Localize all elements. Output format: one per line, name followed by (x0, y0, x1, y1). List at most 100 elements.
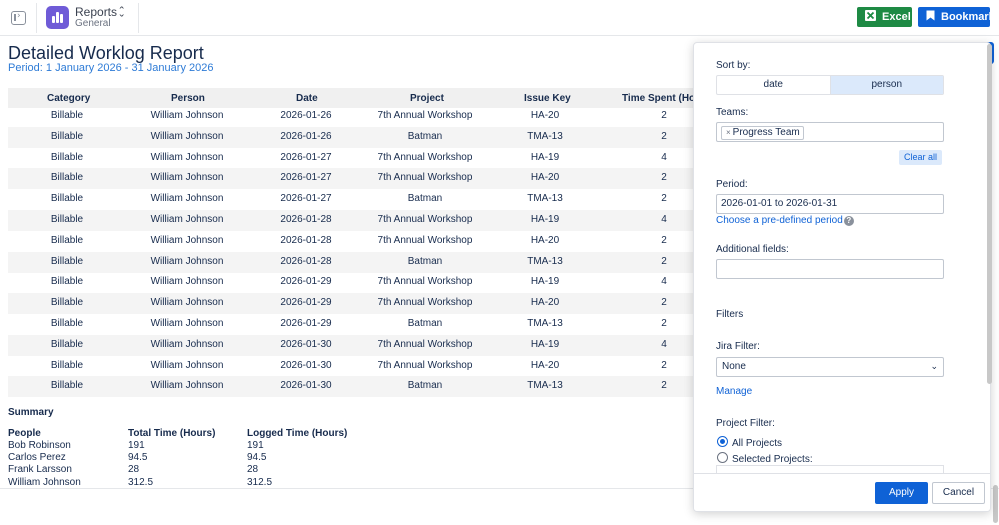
column-header-person[interactable]: Person (171, 93, 205, 104)
cell-time-spent: 2 (661, 110, 667, 121)
cell-issue-key: HA-20 (530, 234, 560, 246)
cell-issue-key: HA-20 (530, 297, 560, 309)
table-row[interactable]: Billable William Johnson 2026-01-30 7th Ann… (8, 356, 693, 377)
table-row[interactable]: Billable William Johnson 2026-01-26 7th Ann… (8, 106, 693, 127)
cell-project: 7th Annual Workshop (377, 110, 473, 121)
cell-date: 2026-01-29 (280, 297, 332, 309)
column-header-time-spent[interactable]: Time Spent (Hou (622, 93, 701, 104)
table-row[interactable]: Billable William Johnson 2026-01-27 7th Ann… (8, 168, 693, 190)
bookmark-button[interactable]: Bookmark (918, 7, 995, 27)
apply-button[interactable]: Apply (875, 482, 928, 504)
cell-issue-key: HA-20 (530, 110, 560, 121)
summary-cell-person: Frank Larsson (8, 464, 72, 476)
cell-person: William Johnson (150, 318, 224, 329)
excel-icon (865, 10, 876, 24)
report-period: Period: 1 January 2026 - 31 January 2026 (8, 62, 214, 74)
cell-project: Batman (407, 255, 443, 267)
column-header-project[interactable]: Project (410, 93, 444, 104)
clear-all-button[interactable]: Clear all (899, 150, 943, 165)
table-row[interactable]: Billable William Johnson 2026-01-27 7th Ann… (8, 148, 693, 169)
cell-issue-key: HA-19 (530, 151, 560, 163)
selected-projects-radio[interactable] (717, 452, 728, 463)
cell-category: Billable (50, 110, 84, 121)
column-header-category[interactable]: Category (47, 93, 90, 104)
panel-scrollbar[interactable] (987, 44, 992, 384)
cell-time-spent: 2 (661, 380, 667, 392)
app-subtitle[interactable]: General (75, 18, 111, 29)
table-row[interactable]: Billable William Johnson 2026-01-29 7th Ann… (8, 272, 693, 293)
jira-filter-value: None (722, 361, 746, 372)
all-projects-radio[interactable] (717, 436, 728, 447)
cell-date: 2026-01-30 (280, 338, 332, 350)
cell-time-spent: 2 (661, 234, 667, 246)
panel-footer: Apply Cancel (694, 473, 990, 511)
cell-issue-key: HA-20 (530, 359, 560, 371)
period-input[interactable]: 2026-01-01 to 2026-01-31 (716, 194, 944, 214)
cell-date: 2026-01-27 (280, 193, 332, 205)
cell-date: 2026-01-29 (280, 318, 332, 329)
reports-app-icon[interactable] (46, 6, 69, 29)
table-row[interactable]: Billable William Johnson 2026-01-26 Batman T… (8, 126, 693, 148)
summary-cell-logged-time: 312.5 (247, 476, 273, 488)
cell-issue-key: HA-19 (530, 276, 560, 288)
cell-project: 7th Annual Workshop (377, 234, 473, 246)
all-projects-label[interactable]: All Projects (732, 438, 782, 449)
cell-person: William Johnson (150, 359, 224, 371)
cell-category: Billable (50, 318, 84, 329)
cell-time-spent: 4 (661, 338, 667, 350)
cell-date: 2026-01-28 (280, 255, 332, 267)
table-row[interactable]: Billable William Johnson 2026-01-28 7th Ann… (8, 210, 693, 231)
sidebar-toggle-icon[interactable]: › (11, 11, 26, 25)
cell-issue-key: TMA-13 (527, 380, 563, 392)
excel-label: Excel (882, 11, 911, 23)
table-row[interactable]: Billable William Johnson 2026-01-30 7th Ann… (8, 334, 693, 356)
page-scrollbar[interactable] (993, 485, 998, 523)
table-row[interactable]: Billable William Johnson 2026-01-27 Batman T… (8, 189, 693, 210)
cell-person: William Johnson (150, 214, 224, 225)
app-title[interactable]: Reports (75, 5, 117, 19)
project-filter-label: Project Filter: (716, 418, 775, 429)
column-header-issue-key[interactable]: Issue Key (524, 93, 571, 104)
excel-export-button[interactable]: Excel (857, 7, 912, 27)
cell-person: William Johnson (150, 110, 224, 121)
column-header-date[interactable]: Date (296, 93, 318, 104)
table-row[interactable]: Billable William Johnson 2026-01-29 Batman T… (8, 314, 693, 335)
summary-cell-logged-time: 94.5 (247, 452, 267, 464)
table-header: Category Person Date Project Issue Key T… (8, 88, 701, 108)
cell-project: Batman (407, 318, 443, 329)
jira-filter-select[interactable]: None ⌄ (716, 357, 944, 377)
summary-header-logged-time: Logged Time (Hours) (247, 428, 348, 439)
cell-issue-key: HA-20 (530, 172, 560, 184)
table-row[interactable]: Billable William Johnson 2026-01-28 7th Ann… (8, 231, 693, 252)
manage-link[interactable]: Manage (716, 386, 752, 397)
bookmark-icon (926, 10, 935, 24)
help-icon[interactable]: ? (843, 216, 854, 226)
cell-person: William Johnson (150, 130, 224, 142)
selected-projects-label[interactable]: Selected Projects: (732, 454, 813, 465)
sort-option-person[interactable]: person (829, 76, 943, 94)
table-row[interactable]: Billable William Johnson 2026-01-28 Batman T… (8, 251, 693, 273)
report-settings-panel: Sort by: date person Teams: × Progress Te… (693, 42, 991, 512)
filters-heading: Filters (716, 309, 744, 320)
chevron-down-icon: ⌄ (930, 362, 938, 372)
sort-option-date[interactable]: date (717, 76, 830, 94)
cell-category: Billable (50, 193, 84, 205)
cell-time-spent: 4 (661, 276, 667, 288)
table-row[interactable]: Billable William Johnson 2026-01-29 7th Ann… (8, 293, 693, 315)
cell-issue-key: TMA-13 (527, 318, 563, 329)
cell-time-spent: 4 (661, 214, 667, 225)
top-bar: › Reports General ˆˇ Excel Bookmark (0, 0, 999, 36)
remove-team-icon[interactable]: × (726, 128, 731, 137)
sort-toggle: date person (716, 75, 944, 95)
additional-fields-input[interactable] (716, 259, 944, 279)
team-chip: × Progress Team (721, 126, 804, 140)
cell-person: William Johnson (150, 297, 224, 309)
app-switch-chevron-icon[interactable]: ˆˇ (118, 6, 125, 25)
table-row[interactable]: Billable William Johnson 2026-01-30 Batman T… (8, 376, 693, 398)
cell-issue-key: TMA-13 (527, 255, 563, 267)
cell-category: Billable (50, 359, 84, 371)
cell-time-spent: 2 (661, 359, 667, 371)
cancel-button[interactable]: Cancel (932, 482, 985, 504)
summary-cell-person: Carlos Perez (8, 452, 66, 464)
predefined-period-link[interactable]: Choose a pre-defined period? (716, 215, 854, 226)
